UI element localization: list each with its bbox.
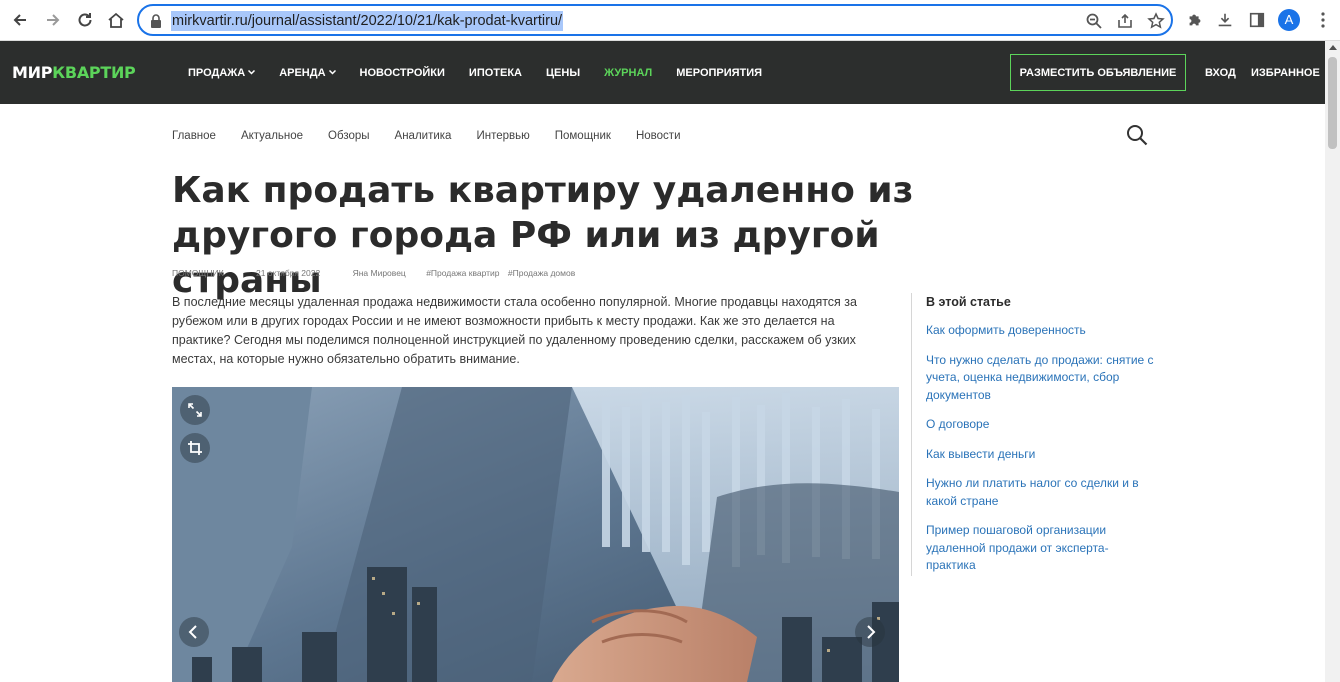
article-lead: В последние месяцы удаленная продажа нед… xyxy=(172,295,857,366)
article-category[interactable]: ПОМОЩНИК xyxy=(172,268,224,278)
reload-button[interactable] xyxy=(73,8,97,32)
arrow-left-icon xyxy=(13,14,26,26)
page-scrollbar[interactable] xyxy=(1325,41,1340,682)
side-panel-button[interactable] xyxy=(1247,10,1267,30)
nav-item-journal[interactable]: ЖУРНАЛ xyxy=(604,67,652,79)
gallery-next-button[interactable] xyxy=(855,617,885,647)
article-title: Как продать квартиру удаленно из другого… xyxy=(172,170,914,301)
nav-item-prices[interactable]: ЦЕНЫ xyxy=(546,67,580,79)
nav-label: АРЕНДА xyxy=(279,66,326,79)
extensions-button[interactable] xyxy=(1185,10,1205,30)
handshake-photo xyxy=(172,387,899,682)
lock-icon xyxy=(151,14,161,28)
puzzle-icon xyxy=(1189,14,1201,26)
article-tag[interactable]: #Продажа квартир xyxy=(426,268,499,278)
site-logo[interactable]: МИРКВАРТИР xyxy=(12,63,136,82)
post-ad-button[interactable]: РАЗМЕСТИТЬ ОБЪЯВЛЕНИЕ xyxy=(1010,54,1186,91)
subnav-assistant[interactable]: Помощник xyxy=(555,130,611,142)
chevron-right-icon xyxy=(867,625,876,639)
site-header: МИРКВАРТИР ПРОДАЖА АРЕНДА НОВОСТРОЙКИ ИП… xyxy=(0,41,1325,104)
zoom-icon[interactable] xyxy=(1085,12,1103,30)
expand-icon xyxy=(188,403,202,417)
toc-title: В этой статье xyxy=(926,295,1011,309)
nav-item-new-buildings[interactable]: НОВОСТРОЙКИ xyxy=(360,67,445,79)
chevron-down-icon xyxy=(328,70,336,75)
crop-button[interactable] xyxy=(180,433,210,463)
logo-text-kvartir: КВАРТИР xyxy=(52,63,136,82)
nav-item-mortgage[interactable]: ИПОТЕКА xyxy=(469,67,522,79)
favorites-link[interactable]: ИЗБРАННОЕ xyxy=(1251,67,1320,79)
subnav-news[interactable]: Новости xyxy=(636,130,681,142)
chevron-down-icon xyxy=(248,70,256,75)
article-date: 21 октября 2022 xyxy=(255,268,321,278)
toc-link[interactable]: Как вывести деньги xyxy=(926,446,1156,464)
share-icon[interactable] xyxy=(1116,12,1134,30)
toc-link[interactable]: Пример пошаговой организации удаленной п… xyxy=(926,522,1156,575)
star-icon[interactable] xyxy=(1147,12,1165,30)
side-panel-icon xyxy=(1249,12,1265,28)
article-image-gallery xyxy=(172,387,899,682)
subnav-reviews[interactable]: Обзоры xyxy=(328,130,369,142)
back-button[interactable] xyxy=(8,8,32,32)
profile-avatar[interactable]: A xyxy=(1278,9,1300,31)
subnav-interviews[interactable]: Интервью xyxy=(476,130,529,142)
download-icon xyxy=(1218,13,1232,27)
login-link[interactable]: ВХОД xyxy=(1205,67,1236,79)
subnav-main[interactable]: Главное xyxy=(172,130,216,142)
forward-button[interactable] xyxy=(41,8,65,32)
reload-icon xyxy=(78,13,92,27)
fullscreen-button[interactable] xyxy=(180,395,210,425)
chevron-left-icon xyxy=(188,625,197,639)
logo-text-mir: МИР xyxy=(12,63,53,82)
toc-link[interactable]: Нужно ли платить налог со сделки и в как… xyxy=(926,475,1156,510)
nav-item-events[interactable]: МЕРОПРИЯТИЯ xyxy=(676,67,762,79)
main-nav: ПРОДАЖА АРЕНДА НОВОСТРОЙКИ ИПОТЕКА ЦЕНЫ … xyxy=(188,41,786,104)
article-tag[interactable]: #Продажа домов xyxy=(508,268,575,278)
crop-icon xyxy=(188,441,202,455)
home-button[interactable] xyxy=(104,8,128,32)
scroll-up-arrow[interactable] xyxy=(1329,45,1337,50)
toc-link[interactable]: О договоре xyxy=(926,416,1156,434)
subnav-analytics[interactable]: Аналитика xyxy=(395,130,452,142)
toc-link[interactable]: Как оформить доверенность xyxy=(926,322,1156,340)
scroll-thumb[interactable] xyxy=(1328,57,1337,149)
search-icon[interactable] xyxy=(1126,124,1148,146)
article-meta: ПОМОЩНИК 21 октября 2022 Яна Мировец #Пр… xyxy=(172,268,581,278)
browser-toolbar: mirkvartir.ru/journal/assistant/2022/10/… xyxy=(0,0,1340,41)
url-text[interactable]: mirkvartir.ru/journal/assistant/2022/10/… xyxy=(171,11,564,31)
toc-link[interactable]: Что нужно сделать до продажи: снятие с у… xyxy=(926,352,1156,405)
subnav-actual[interactable]: Актуальное xyxy=(241,130,303,142)
address-bar[interactable]: mirkvartir.ru/journal/assistant/2022/10/… xyxy=(137,4,1173,36)
downloads-button[interactable] xyxy=(1215,10,1235,30)
nav-item-sale[interactable]: ПРОДАЖА xyxy=(188,66,256,79)
menu-dots-icon[interactable] xyxy=(1320,11,1326,29)
home-icon xyxy=(108,12,124,28)
table-of-contents: В этой статье Как оформить доверенность … xyxy=(911,293,1161,576)
gallery-prev-button[interactable] xyxy=(179,617,209,647)
article-author[interactable]: Яна Мировец xyxy=(353,268,406,278)
arrow-right-icon xyxy=(47,14,60,26)
nav-label: ПРОДАЖА xyxy=(188,66,246,79)
nav-item-rent[interactable]: АРЕНДА xyxy=(279,66,336,79)
journal-subnav: Главное Актуальное Обзоры Аналитика Инте… xyxy=(172,130,706,142)
